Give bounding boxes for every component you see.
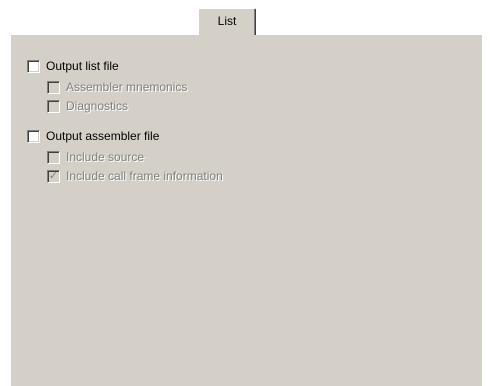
output-list-file-label: Output list file [46,59,119,73]
list-options-panel: Output list file Assembler mnemonics Dia… [10,34,482,386]
include-source-option: Include source [47,149,144,165]
include-call-frame-label: Include call frame information [66,169,223,183]
output-list-file-option[interactable]: Output list file [27,58,119,74]
include-call-frame-option: ✓ Include call frame information [47,168,223,184]
tab-list-label: List [217,14,237,28]
assembler-mnemonics-option: Assembler mnemonics [47,79,187,95]
output-list-file-checkbox[interactable] [27,59,40,73]
diagnostics-option: Diagnostics [47,98,128,114]
output-assembler-file-label: Output assembler file [46,129,160,143]
include-source-label: Include source [66,150,145,164]
diagnostics-checkbox [47,99,60,113]
include-call-frame-checkbox: ✓ [47,168,60,183]
output-assembler-file-checkbox[interactable] [27,129,40,143]
diagnostics-label: Diagnostics [66,99,129,113]
include-source-checkbox [47,150,60,164]
assembler-mnemonics-checkbox [47,80,60,94]
output-assembler-file-option[interactable]: Output assembler file [27,128,159,144]
assembler-mnemonics-label: Assembler mnemonics [66,80,188,94]
checkmark-icon: ✓ [48,168,59,182]
tab-list[interactable]: List [198,8,256,35]
